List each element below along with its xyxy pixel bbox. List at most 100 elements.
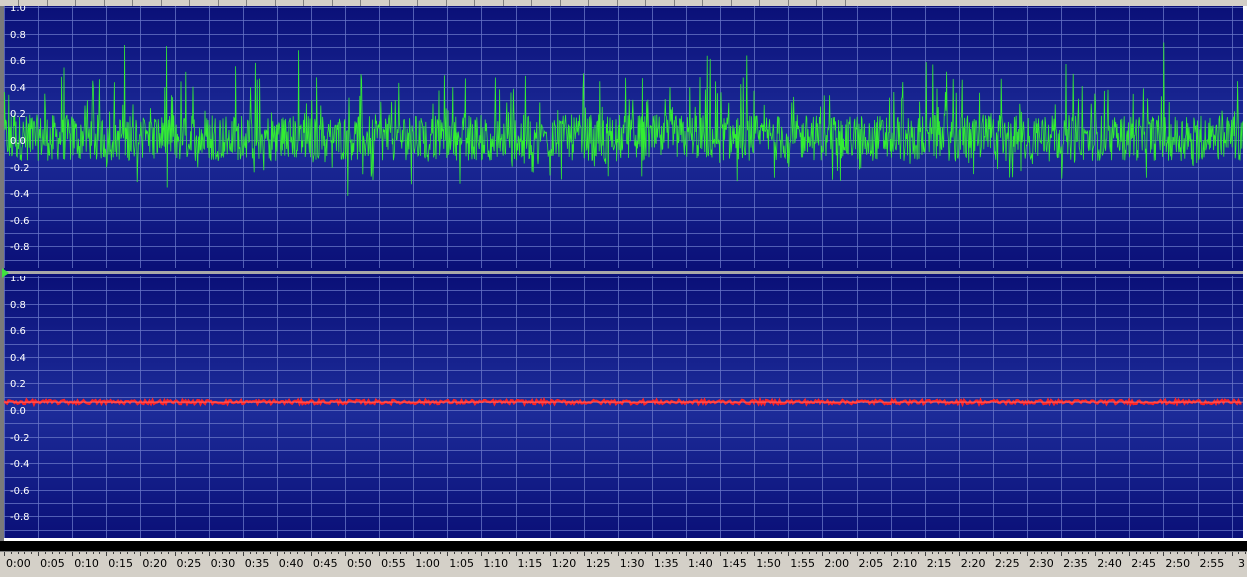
- time-minor-tick: [1142, 552, 1144, 554]
- time-minor-tick: [1020, 552, 1022, 554]
- channel-divider[interactable]: [4, 268, 1243, 276]
- y-tick-label: -0.2: [10, 432, 30, 444]
- channel-1-track[interactable]: 1.0 0.8 0.6 0.4 0.2 0.0 -0.2 -0.4 -0.6 -0.8: [4, 6, 1243, 268]
- time-minor-tick: [1245, 552, 1247, 554]
- time-label: 0:20: [142, 557, 168, 570]
- time-minor-tick: [679, 552, 681, 554]
- time-minor-tick: [113, 552, 115, 554]
- time-tick: [754, 552, 756, 556]
- time-tick: [1197, 552, 1199, 556]
- time-minor-tick: [829, 552, 831, 554]
- time-minor-tick: [801, 552, 803, 554]
- time-minor-tick: [99, 552, 101, 554]
- y-tick-label: -0.4: [10, 459, 30, 471]
- time-minor-tick: [747, 552, 749, 554]
- time-tick: [686, 552, 687, 556]
- time-label: 1:30: [619, 557, 645, 570]
- time-label: 1:25: [585, 557, 611, 570]
- time-tick: [413, 552, 415, 556]
- time-minor-tick: [467, 552, 469, 554]
- time-label: 0:45: [312, 557, 338, 570]
- y-tick-label: 1.0: [10, 6, 26, 14]
- time-minor-tick: [1238, 552, 1240, 554]
- time-minor-tick: [965, 552, 967, 554]
- time-tick: [174, 552, 176, 556]
- y-tick-label: 0.2: [10, 109, 26, 121]
- time-minor-tick: [542, 552, 544, 554]
- time-minor-tick: [194, 552, 196, 554]
- time-label: 0:15: [108, 557, 133, 570]
- time-minor-tick: [160, 552, 162, 554]
- time-minor-tick: [576, 552, 578, 554]
- y-tick-label: -0.8: [10, 512, 30, 524]
- time-minor-tick: [951, 552, 953, 554]
- time-label: 0:10: [74, 557, 99, 570]
- y-tick-label: 0.6: [10, 326, 26, 338]
- time-label: 2:40: [1097, 557, 1122, 570]
- time-minor-tick: [44, 552, 46, 554]
- time-minor-tick: [563, 552, 565, 554]
- time-minor-tick: [426, 552, 428, 554]
- time-minor-tick: [1115, 552, 1117, 554]
- time-minor-tick: [999, 552, 1001, 554]
- time-minor-tick: [249, 552, 251, 554]
- time-label: 2:50: [1165, 557, 1191, 570]
- time-minor-tick: [529, 552, 531, 554]
- time-minor-tick: [795, 552, 797, 554]
- y-tick-label: 0.6: [10, 56, 26, 68]
- time-minor-tick: [269, 552, 271, 554]
- time-label: 0:50: [347, 557, 372, 570]
- time-minor-tick: [58, 552, 60, 554]
- time-tick: [345, 552, 346, 556]
- time-tick: [822, 552, 824, 556]
- time-minor-tick: [222, 552, 224, 554]
- time-minor-tick: [420, 552, 422, 554]
- time-label: 0:25: [176, 557, 202, 570]
- time-minor-tick: [883, 552, 885, 554]
- time-tick: [617, 552, 619, 556]
- time-label: 1:00: [415, 557, 440, 570]
- channel-2-track[interactable]: 1.0 0.8 0.6 0.4 0.2 0.0 -0.2 -0.4 -0.6 -0.8: [4, 276, 1243, 538]
- time-minor-tick: [972, 552, 974, 554]
- time-tick: [242, 552, 244, 556]
- time-minor-tick: [1190, 552, 1192, 554]
- time-label: 2:20: [960, 557, 986, 570]
- time-minor-tick: [1170, 552, 1172, 554]
- horizontal-scrollbar[interactable]: [0, 541, 1247, 551]
- time-minor-tick: [1183, 552, 1185, 554]
- time-minor-tick: [638, 552, 640, 554]
- time-label: 0:40: [278, 557, 304, 570]
- time-label: 2:30: [1029, 557, 1054, 570]
- time-label: 1:45: [722, 557, 747, 570]
- time-tick: [720, 552, 722, 556]
- time-minor-tick: [870, 552, 872, 554]
- time-label: 0:35: [244, 557, 270, 570]
- time-minor-tick: [917, 552, 919, 554]
- time-minor-tick: [65, 552, 67, 554]
- time-minor-tick: [133, 552, 135, 554]
- time-minor-tick: [1177, 552, 1179, 554]
- waveform-viewer[interactable]: 1.0 0.8 0.6 0.4 0.2 0.0 -0.2 -0.4 -0.6 -0.8 1.0 0.…: [0, 0, 1247, 577]
- time-minor-tick: [256, 552, 258, 554]
- time-ruler[interactable]: 0:00 0:05 0:10 0:15 0:20 0:25 0:30 0:35 0:40 0:45…: [0, 551, 1247, 577]
- time-label: 1:55: [790, 557, 815, 570]
- time-minor-tick: [167, 552, 169, 554]
- time-minor-tick: [699, 552, 701, 554]
- time-minor-tick: [201, 552, 203, 554]
- time-minor-tick: [358, 552, 360, 554]
- time-label: 1:10: [483, 557, 509, 570]
- time-tick: [549, 552, 551, 556]
- time-minor-tick: [1108, 552, 1110, 554]
- time-minor-tick: [692, 552, 694, 554]
- time-label: 1:35: [653, 557, 679, 570]
- y-tick-label: 0.8: [10, 29, 26, 41]
- time-tick: [276, 552, 278, 556]
- time-label: 2:15: [926, 557, 952, 570]
- time-label: 2:45: [1131, 557, 1156, 570]
- time-tick: [515, 552, 517, 556]
- time-minor-tick: [836, 552, 838, 554]
- time-tick: [1231, 552, 1233, 556]
- time-minor-tick: [392, 552, 394, 554]
- time-minor-tick: [1081, 552, 1083, 554]
- time-minor-tick: [1040, 552, 1042, 554]
